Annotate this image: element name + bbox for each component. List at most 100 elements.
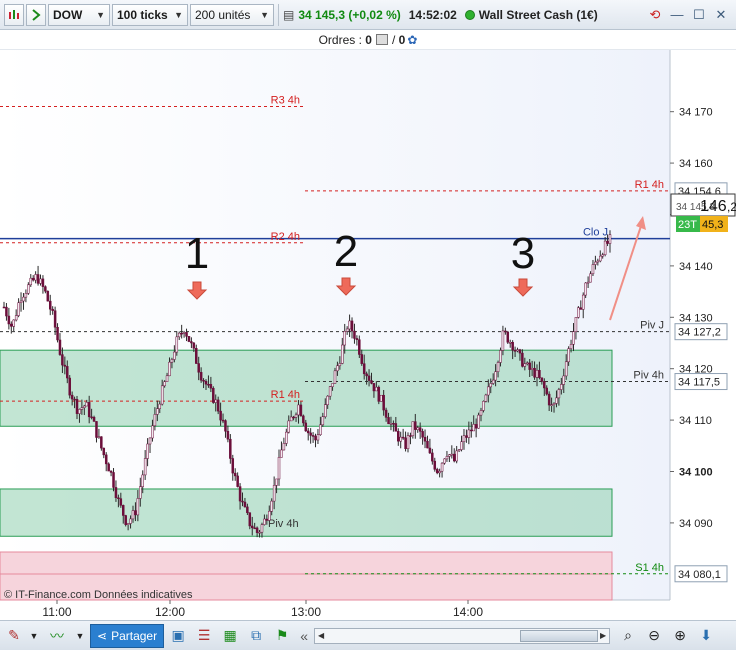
bottom-toolbar: ✎ ▼ 〰 ▼ ⋖ Partager ▣ ☰ ▦ ⧉ ⚑ « ◀ ▶ ⌕ ⊖ ⊕… (0, 620, 736, 650)
candle-body (608, 234, 612, 244)
candle-body (287, 420, 290, 433)
candle-body (567, 348, 570, 363)
candle-body (219, 410, 222, 421)
maximize-icon[interactable]: ☐ (688, 4, 710, 26)
chart-type-icon[interactable] (4, 3, 24, 26)
candle-body (160, 385, 164, 405)
refresh-icon[interactable]: ⟲ (644, 4, 666, 26)
candle-body (508, 341, 512, 344)
x-tick-label: 11:00 (42, 605, 71, 619)
candle-body (31, 277, 35, 281)
chevron-down-icon: ▼ (174, 9, 183, 20)
candle-body (387, 417, 390, 425)
zoom-out-icon[interactable]: ⊖ (642, 624, 666, 648)
candle-body (277, 457, 281, 480)
candle-body (192, 342, 196, 349)
candle-body (102, 447, 106, 456)
candle-body (180, 332, 183, 335)
scrollbar-thumb[interactable] (520, 629, 599, 642)
candle-body (499, 350, 502, 363)
candle-body (550, 404, 553, 406)
candle-body (202, 380, 205, 382)
ticks-dropdown[interactable]: 100 ticks ▼ (112, 3, 188, 26)
candle-body (165, 375, 169, 382)
window-icon[interactable]: ⧉ (244, 624, 268, 648)
indicator-icon[interactable]: 〰 (42, 624, 72, 648)
zoom-in-icon[interactable]: ⊕ (668, 624, 692, 648)
candle-body (282, 443, 286, 451)
candle-body (114, 487, 118, 498)
y-tick-label: 34 160 (679, 158, 713, 170)
candle-body (10, 323, 13, 327)
candle-body (348, 320, 351, 330)
order-book-icon[interactable] (375, 34, 388, 45)
candle-body (272, 485, 276, 502)
candle-body (579, 307, 583, 310)
scroll-left-icon[interactable]: « (296, 624, 312, 648)
candle-body (521, 352, 524, 367)
candle-body (139, 486, 142, 499)
candle-body (126, 523, 130, 525)
candle-body (418, 427, 422, 432)
share-button[interactable]: ⋖ Partager (90, 623, 165, 648)
alert-icon[interactable]: ⚑ (270, 624, 294, 648)
zoom-fit-icon[interactable]: ⌕ (616, 624, 640, 648)
candle-body (533, 367, 536, 378)
candle-body (299, 404, 303, 417)
candle-body (465, 435, 468, 438)
link-icon[interactable] (26, 3, 46, 26)
scroll-left-arrow[interactable]: ◀ (315, 629, 327, 643)
chevron-down-icon[interactable]: ▼ (74, 624, 86, 648)
candle-body (416, 427, 419, 430)
candle-body (241, 500, 244, 503)
candle-body (401, 436, 405, 439)
minimize-icon[interactable]: — (666, 4, 688, 26)
candle-body (336, 365, 339, 372)
download-icon[interactable]: ⬇ (694, 624, 718, 648)
candle-body (319, 424, 322, 435)
candle-body (574, 317, 578, 333)
candle-body (518, 349, 522, 354)
candle-body (338, 363, 342, 367)
horizontal-scrollbar[interactable]: ◀ ▶ (314, 627, 611, 644)
candle-body (443, 458, 446, 464)
candle-body (304, 422, 308, 432)
candle-body (421, 431, 424, 438)
level-label-6: R1 4h (271, 389, 300, 401)
candle-body (452, 453, 456, 462)
table-icon[interactable]: ▦ (218, 624, 242, 648)
symbol-dropdown[interactable]: DOW ▼ (48, 3, 110, 26)
chevron-down-icon: ▼ (260, 9, 269, 20)
candle-body (353, 330, 356, 339)
candle-body (243, 501, 247, 508)
candle-body (316, 434, 320, 441)
candle-body (341, 344, 344, 364)
scroll-right-arrow[interactable]: ▶ (597, 629, 609, 643)
candle-body (506, 331, 510, 343)
candle-body (331, 383, 334, 387)
camera-icon[interactable]: ▣ (166, 624, 190, 648)
candle-body (95, 421, 98, 438)
candle-body (146, 443, 149, 459)
instrument-info-icon[interactable]: ▤ (283, 8, 294, 22)
candle-body (56, 326, 59, 341)
list-icon[interactable]: ☰ (192, 624, 216, 648)
candle-body (470, 429, 473, 432)
toolbar-divider (278, 3, 279, 26)
draw-tool-icon[interactable]: ✎ (2, 624, 26, 648)
price-chart[interactable]: R3 4h R1 4h 34 154,6 Clo J R2 4h Piv J 34 127,… (0, 50, 736, 620)
candle-body (153, 414, 157, 427)
chevron-down-icon[interactable]: ▼ (28, 624, 40, 648)
units-dropdown[interactable]: 200 unités ▼ (190, 3, 274, 26)
chart-canvas[interactable]: R3 4hR1 4h34 154,6Clo JR2 4hPiv J34 127,… (0, 50, 736, 620)
candle-body (564, 361, 568, 377)
candle-body (379, 394, 383, 402)
close-icon[interactable]: ✕ (710, 4, 732, 26)
candle-body (5, 306, 8, 317)
candle-body (143, 458, 147, 476)
candle-body (457, 449, 461, 452)
y-tick-label: 34 110 (679, 415, 712, 427)
candle-body (538, 370, 541, 378)
gear-icon[interactable]: ✿ (407, 33, 417, 47)
candle-body (355, 338, 359, 340)
